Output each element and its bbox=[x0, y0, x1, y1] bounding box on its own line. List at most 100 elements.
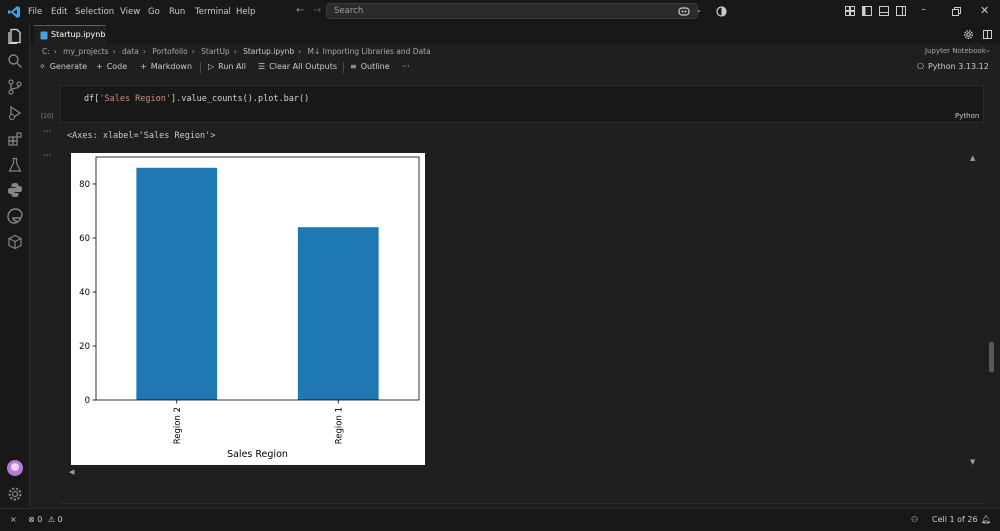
kernel-icon: ⎔ bbox=[917, 62, 924, 71]
kernel-picker[interactable]: ⎔ Python 3.13.12 bbox=[917, 62, 989, 71]
y-tick-label: 20 bbox=[79, 342, 90, 352]
tab-bar bbox=[30, 24, 1000, 44]
add-code-cell-button[interactable]: + Code bbox=[96, 62, 127, 71]
list-icon: ≡ bbox=[350, 62, 357, 71]
nav-forward-icon[interactable]: → bbox=[313, 5, 321, 16]
gear-icon[interactable] bbox=[7, 486, 23, 502]
breadcrumb-item[interactable]: data bbox=[122, 47, 139, 56]
y-tick-label: 80 bbox=[79, 180, 90, 190]
search-box[interactable]: Search bbox=[326, 3, 698, 19]
menu-go[interactable]: Go bbox=[148, 7, 160, 17]
cell-divider bbox=[60, 503, 984, 504]
add-markdown-cell-button[interactable]: + Markdown bbox=[140, 62, 192, 71]
menu-edit[interactable]: Edit bbox=[51, 7, 67, 17]
problems-indicator[interactable]: ⊗ 0 ⚠ 0 bbox=[28, 515, 63, 524]
vscode-logo-icon bbox=[8, 6, 20, 18]
cell-position[interactable]: Cell 1 of 26 bbox=[932, 515, 978, 524]
error-icon: ⊗ bbox=[28, 515, 35, 524]
x-axis-label: Sales Region bbox=[227, 449, 288, 460]
breadcrumb-item[interactable]: my_projects bbox=[63, 47, 108, 56]
clear-all-outputs-button[interactable]: ☰ Clear All Outputs bbox=[258, 62, 337, 71]
bar-chart: Region 2 Region 1 0 20 40 60 80 Sales Region bbox=[71, 153, 425, 465]
run-debug-icon[interactable] bbox=[7, 105, 23, 121]
toggle-primary-sidebar-icon[interactable] bbox=[862, 6, 872, 16]
search-icon[interactable] bbox=[7, 53, 23, 69]
remote-indicator-icon[interactable]: ⨯ bbox=[10, 515, 17, 524]
search-placeholder: Search bbox=[334, 6, 364, 16]
bar-chart-svg: Region 2 Region 1 0 20 40 60 80 Sales Region bbox=[79, 156, 420, 460]
breadcrumb-item[interactable]: Startup.ipynb bbox=[243, 47, 294, 56]
kernel-type-label[interactable]: Jupyter Notebook bbox=[925, 47, 986, 55]
output-more-actions-icon[interactable]: ··· bbox=[43, 151, 52, 161]
more-actions-button[interactable]: ··· bbox=[402, 62, 410, 71]
x-tick-label: Region 1 bbox=[334, 407, 344, 444]
y-tick-label: 60 bbox=[79, 234, 90, 244]
breadcrumb-item[interactable]: C: bbox=[42, 47, 50, 56]
breadcrumb-item[interactable]: Portofoilo bbox=[152, 47, 187, 56]
bar bbox=[136, 167, 218, 400]
code-editor-line[interactable]: df['Sales Region'].value_counts().plot.b… bbox=[84, 94, 309, 104]
minimize-icon[interactable]: – bbox=[921, 4, 926, 15]
execution-count: [20] bbox=[41, 113, 54, 120]
account-status-icon[interactable] bbox=[716, 6, 727, 17]
breadcrumb: C: › my_projects › data › Portofoilo › Start… bbox=[42, 47, 431, 56]
sparkle-icon: ✧ bbox=[39, 62, 46, 71]
warning-icon: ⚠ bbox=[47, 515, 56, 524]
menu-file[interactable]: File bbox=[28, 7, 42, 17]
outline-button[interactable]: ≡ Outline bbox=[350, 62, 390, 71]
extensions-icon[interactable] bbox=[7, 131, 23, 147]
toggle-panel-icon[interactable] bbox=[879, 6, 889, 16]
y-tick-label: 0 bbox=[85, 396, 90, 406]
notebook-settings-gear-icon[interactable] bbox=[963, 29, 974, 40]
menu-selection[interactable]: Selection bbox=[75, 7, 114, 17]
toolbar-divider bbox=[343, 62, 344, 73]
close-window-icon[interactable]: ✕ bbox=[980, 4, 989, 17]
output-more-actions-icon[interactable]: ··· bbox=[43, 127, 52, 137]
python-icon[interactable] bbox=[7, 182, 23, 198]
copilot-status-icon[interactable]: ⚇ bbox=[911, 515, 918, 524]
notebook-file-icon bbox=[40, 31, 48, 40]
source-control-icon[interactable] bbox=[7, 79, 23, 95]
copilot-chevron-down-icon[interactable]: ⌄ bbox=[696, 6, 702, 14]
scroll-down-arrow-icon[interactable]: ▼ bbox=[970, 458, 975, 466]
bar bbox=[297, 227, 379, 400]
x-tick-label: Region 2 bbox=[173, 407, 183, 444]
cell-language-label[interactable]: Python bbox=[955, 112, 979, 120]
plus-icon: + bbox=[140, 62, 147, 71]
nav-back-icon[interactable]: ← bbox=[296, 5, 304, 16]
activity-bar bbox=[0, 24, 30, 508]
menu-terminal[interactable]: Terminal bbox=[195, 7, 231, 17]
scroll-up-arrow-icon[interactable]: ▲ bbox=[970, 154, 975, 162]
edge-browser-icon[interactable] bbox=[7, 208, 23, 224]
clear-all-icon: ☰ bbox=[258, 62, 266, 71]
menu-run[interactable]: Run bbox=[169, 7, 185, 17]
breadcrumb-item[interactable]: StartUp bbox=[201, 47, 230, 56]
run-all-button[interactable]: ▷ Run All bbox=[208, 62, 246, 71]
status-bar: ⨯ ⊗ 0 ⚠ 0 ⚇ Cell 1 of 26 🔔︎ bbox=[0, 508, 1000, 531]
notifications-bell-icon[interactable]: 🔔︎ bbox=[981, 515, 991, 524]
menu-help[interactable]: Help bbox=[236, 7, 255, 17]
testing-flask-icon[interactable] bbox=[7, 157, 23, 173]
explorer-icon[interactable] bbox=[7, 28, 23, 44]
play-outline-icon: ▷ bbox=[208, 62, 215, 71]
title-bar: File Edit Selection View Go Run Terminal… bbox=[0, 0, 1000, 24]
generate-button[interactable]: ✧ Generate bbox=[39, 62, 87, 71]
toolbar-divider bbox=[200, 62, 201, 73]
avatar[interactable] bbox=[7, 460, 23, 476]
customize-layout-icon[interactable] bbox=[845, 6, 855, 16]
menu-view[interactable]: View bbox=[120, 7, 140, 17]
copilot-icon[interactable] bbox=[678, 6, 690, 17]
plus-icon: + bbox=[96, 62, 103, 71]
tab-startup-ipynb[interactable]: Startup.ipynb bbox=[34, 25, 106, 44]
tab-label: Startup.ipynb bbox=[51, 30, 106, 39]
scroll-left-arrow-icon[interactable]: ◀ bbox=[69, 468, 74, 476]
restore-icon[interactable] bbox=[952, 7, 961, 16]
output-text: <Axes: xlabel='Sales Region'> bbox=[67, 131, 216, 141]
split-editor-icon[interactable] bbox=[983, 30, 992, 39]
kernel-type-chevron-icon[interactable]: ⌄ bbox=[985, 46, 991, 54]
toggle-secondary-sidebar-icon[interactable] bbox=[896, 6, 906, 16]
vertical-scrollbar-thumb[interactable] bbox=[989, 342, 994, 372]
package-box-icon[interactable] bbox=[7, 234, 23, 250]
code-cell[interactable] bbox=[60, 85, 984, 123]
breadcrumb-item[interactable]: M↓ Importing Libraries and Data bbox=[308, 47, 431, 56]
